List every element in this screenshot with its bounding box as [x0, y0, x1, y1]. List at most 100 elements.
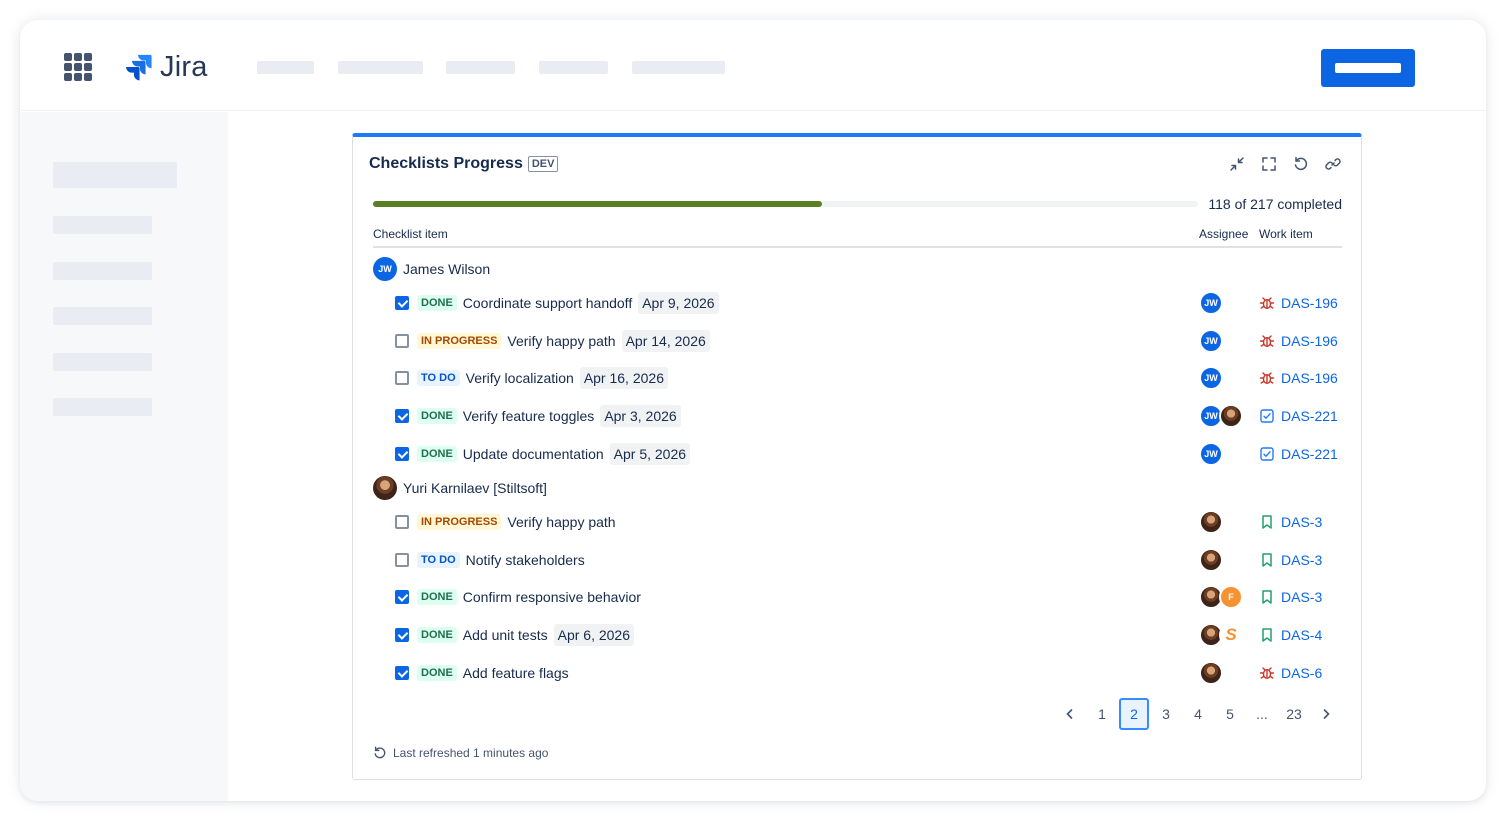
due-date: Apr 16, 2026	[579, 367, 668, 390]
assignee-avatars	[1199, 510, 1223, 534]
previous-page-button[interactable]	[1055, 698, 1085, 730]
page-button[interactable]: 5	[1215, 698, 1245, 730]
sidebar-placeholder[interactable]	[53, 162, 177, 188]
checklist-item-text[interactable]: Verify feature toggles	[463, 408, 595, 424]
sidebar-placeholder[interactable]	[53, 353, 152, 371]
avatar-jw: JW	[1199, 328, 1223, 353]
checklist-item-text[interactable]: Add feature flags	[463, 665, 569, 681]
avatar-jw: JW	[1199, 291, 1223, 315]
column-header-assignee: Assignee	[1199, 227, 1249, 241]
nav-placeholder[interactable]	[446, 61, 515, 74]
checklist-item-text[interactable]: Update documentation	[463, 446, 604, 462]
bug-icon	[1259, 333, 1275, 349]
checklist-checkbox[interactable]	[395, 333, 409, 348]
work-item-key[interactable]: DAS-221	[1281, 408, 1338, 424]
checklist-item-text[interactable]: Verify localization	[466, 370, 574, 386]
avatar-jw: JW	[1199, 441, 1223, 466]
table-row: TO DO Notify stakeholders DAS-3	[373, 547, 1342, 575]
due-date: Apr 5, 2026	[609, 442, 691, 465]
checklist-checkbox[interactable]	[395, 515, 409, 529]
status-lozenge: DONE	[417, 627, 457, 644]
assignee-avatars: F	[1199, 585, 1243, 610]
status-lozenge: DONE	[417, 589, 457, 606]
checklist-checkbox[interactable]	[395, 296, 409, 310]
checklist-checkbox[interactable]	[395, 590, 409, 605]
checklist-checkbox[interactable]	[395, 446, 409, 461]
assignee-group-header: JW James Wilson	[373, 256, 490, 282]
checklist-item: DONE Add unit tests Apr 6, 2026	[417, 622, 634, 648]
checklist-item-text[interactable]: Verify happy path	[507, 333, 615, 349]
page-button[interactable]: 2	[1119, 698, 1149, 730]
collapse-icon[interactable]	[1227, 154, 1247, 174]
work-item-key[interactable]: DAS-4	[1281, 627, 1322, 643]
bug-icon	[1259, 665, 1275, 681]
task-icon	[1259, 408, 1275, 424]
nav-placeholder[interactable]	[539, 61, 608, 74]
checklist-checkbox[interactable]	[395, 628, 409, 643]
fullscreen-icon[interactable]	[1259, 154, 1279, 174]
app-switcher-icon[interactable]	[64, 53, 92, 81]
nav-placeholder[interactable]	[632, 61, 725, 74]
next-page-button[interactable]	[1311, 698, 1341, 730]
checklist-item-text[interactable]: Notify stakeholders	[466, 552, 585, 568]
page-button[interactable]: 4	[1183, 698, 1213, 730]
refresh-icon	[374, 746, 386, 759]
checklist-checkbox[interactable]	[395, 371, 409, 386]
last-refreshed-text: Last refreshed 1 minutes ago	[393, 746, 549, 760]
jira-logo[interactable]: Jira	[124, 51, 208, 83]
page-button[interactable]: 3	[1151, 698, 1181, 730]
work-item-link[interactable]: DAS-6	[1259, 660, 1322, 686]
assignee-group-name: James Wilson	[403, 261, 491, 277]
work-item-key[interactable]: DAS-221	[1281, 446, 1338, 462]
checklist-item-text[interactable]: Coordinate support handoff	[463, 295, 632, 311]
nav-placeholder[interactable]	[338, 61, 423, 74]
work-item-link[interactable]: DAS-196	[1259, 290, 1338, 316]
work-item-link[interactable]: DAS-196	[1259, 328, 1338, 354]
story-icon	[1259, 589, 1275, 605]
work-item-key[interactable]: DAS-3	[1281, 514, 1322, 530]
work-item-link[interactable]: DAS-3	[1259, 584, 1322, 610]
checklist-item-text[interactable]: Confirm responsive behavior	[463, 589, 641, 605]
due-date: Apr 9, 2026	[638, 292, 719, 314]
due-date: Apr 14, 2026	[621, 329, 710, 352]
checklist-item-text[interactable]: Add unit tests	[463, 627, 548, 643]
table-row: TO DO Verify localization Apr 16, 2026 JW DA…	[373, 365, 1342, 393]
sidebar-placeholder[interactable]	[53, 307, 152, 325]
nav-placeholder[interactable]	[257, 61, 314, 74]
work-item-key[interactable]: DAS-3	[1281, 552, 1322, 568]
pagination: 1 2 3 4 5... 23	[1055, 698, 1341, 730]
work-item-link[interactable]: DAS-196	[1259, 365, 1338, 391]
avatar-extra: S	[1219, 623, 1243, 648]
work-item-link[interactable]: DAS-221	[1259, 403, 1338, 429]
work-item-key[interactable]: DAS-3	[1281, 589, 1322, 605]
checklist-checkbox[interactable]	[395, 409, 409, 424]
sidebar-placeholder[interactable]	[53, 398, 152, 416]
table-row: DONE Add unit tests Apr 6, 2026 S DAS-4	[373, 622, 1342, 650]
checklist-checkbox[interactable]	[395, 665, 409, 680]
work-item-key[interactable]: DAS-196	[1281, 370, 1338, 386]
checklist-item: TO DO Notify stakeholders	[417, 547, 585, 573]
create-button[interactable]	[1321, 49, 1415, 87]
checklist-item-text[interactable]: Verify happy path	[507, 514, 615, 530]
page-button[interactable]: 23	[1279, 698, 1309, 730]
assignee-group-name: Yuri Karnilaev [Stiltsoft]	[403, 480, 547, 496]
work-item-key[interactable]: DAS-6	[1281, 665, 1322, 681]
status-lozenge: DONE	[417, 445, 457, 462]
refresh-icon[interactable]	[1291, 154, 1311, 174]
work-item-link[interactable]: DAS-221	[1259, 441, 1338, 467]
page-button[interactable]: 1	[1087, 698, 1117, 730]
checklist-checkbox[interactable]	[395, 552, 409, 567]
work-item-key[interactable]: DAS-196	[1281, 333, 1338, 349]
sidebar-placeholder[interactable]	[53, 216, 152, 234]
work-item-link[interactable]: DAS-4	[1259, 622, 1322, 648]
task-icon	[1259, 446, 1275, 462]
work-item-key[interactable]: DAS-196	[1281, 295, 1338, 311]
sidebar-placeholder[interactable]	[53, 262, 152, 280]
gadget-title: Checklists Progress	[369, 155, 523, 172]
table-row: IN PROGRESS Verify happy path DAS-3	[373, 509, 1342, 537]
link-icon[interactable]	[1323, 154, 1343, 174]
bug-icon	[1259, 295, 1275, 311]
work-item-link[interactable]: DAS-3	[1259, 509, 1322, 535]
work-item-link[interactable]: DAS-3	[1259, 547, 1322, 573]
assignee-avatars: S	[1199, 623, 1243, 648]
